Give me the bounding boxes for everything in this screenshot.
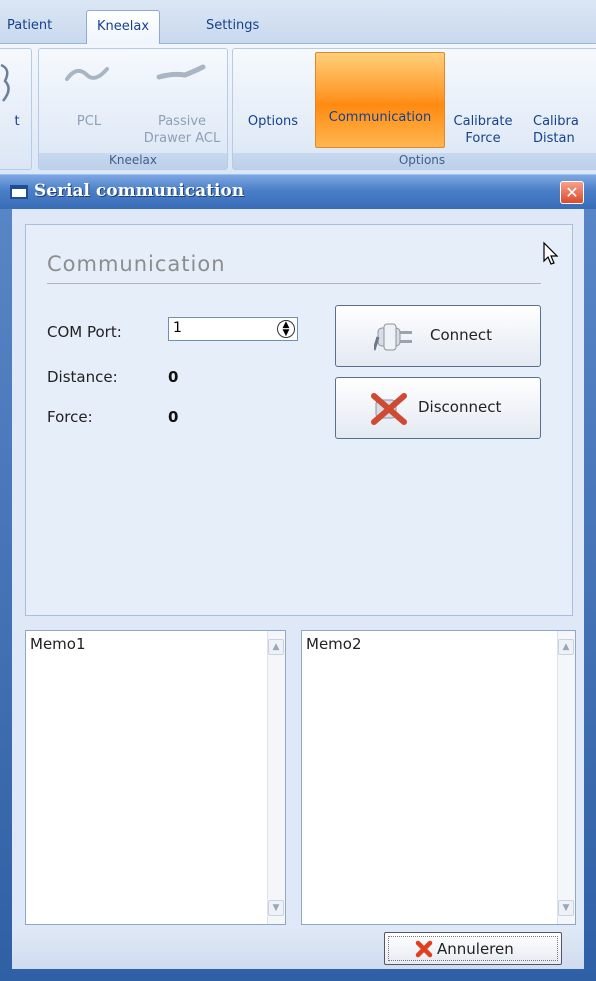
tab-patient[interactable]: Patient bbox=[7, 10, 52, 44]
disconnect-plug-icon bbox=[371, 393, 407, 425]
cancel-button[interactable]: Annuleren bbox=[384, 932, 562, 965]
memo2-textarea[interactable]: Memo2 ▲ ▼ bbox=[301, 630, 576, 925]
dialog-title: Serial communication bbox=[34, 181, 245, 201]
cancel-label: Annuleren bbox=[437, 940, 514, 958]
calibrate-force-button[interactable]: Calibrate Force bbox=[449, 113, 517, 147]
passive-drawer-acl-button[interactable]: Passive Drawer ACL bbox=[137, 113, 227, 147]
memo2-scroll-up-icon[interactable]: ▲ bbox=[558, 639, 574, 655]
memo2-text: Memo2 bbox=[306, 635, 362, 653]
dialog-client-area: Communication COM Port: 1 ▲ ▼ Distance: 0… bbox=[12, 209, 584, 969]
disconnect-button[interactable]: Disconnect bbox=[335, 377, 541, 439]
memo1-scrollbar[interactable]: ▲ ▼ bbox=[267, 631, 285, 924]
memo2-scrollbar[interactable]: ▲ ▼ bbox=[557, 631, 575, 924]
disconnect-label: Disconnect bbox=[418, 398, 502, 416]
partial-button[interactable]: t bbox=[7, 113, 27, 130]
mouse-cursor-icon bbox=[543, 241, 559, 265]
force-value: 0 bbox=[168, 408, 179, 426]
panel-separator bbox=[47, 283, 541, 284]
calibrate-distance-button[interactable]: Calibra Distan bbox=[533, 113, 593, 147]
distance-value: 0 bbox=[168, 368, 179, 386]
options-group-label: Options bbox=[233, 153, 596, 169]
close-button[interactable]: ✕ bbox=[560, 181, 584, 204]
calibrate-force-label-2: Force bbox=[465, 131, 501, 146]
pcl-icon bbox=[65, 67, 109, 81]
window-icon bbox=[10, 185, 28, 199]
com-port-label: COM Port: bbox=[47, 323, 122, 341]
com-port-value: 1 bbox=[173, 320, 182, 336]
distance-label: Distance: bbox=[47, 368, 118, 386]
cancel-x-icon bbox=[415, 940, 433, 958]
memo1-text: Memo1 bbox=[30, 635, 86, 653]
passive-drawer-acl-icon bbox=[156, 64, 206, 80]
spinner-updown-icon[interactable]: ▲ ▼ bbox=[277, 320, 295, 338]
memo2-scroll-down-icon[interactable]: ▼ bbox=[558, 900, 574, 916]
pcl-button[interactable]: PCL bbox=[59, 113, 119, 130]
communication-label: Communication bbox=[328, 110, 432, 125]
force-label: Force: bbox=[47, 408, 93, 426]
calibrate-force-label-1: Calibrate bbox=[453, 114, 513, 129]
options-button[interactable]: Options bbox=[235, 113, 311, 130]
passive-drawer-acl-label-1: Passive bbox=[157, 114, 207, 129]
ribbon-group-partial: t bbox=[0, 48, 32, 170]
tab-kneelax[interactable]: Kneelax bbox=[86, 10, 161, 45]
calibrate-distance-label-2: Distan bbox=[533, 131, 575, 146]
dialog-button-bar: Annuleren bbox=[12, 927, 584, 969]
plug-icon bbox=[374, 323, 412, 351]
ribbon-group-kneelax: PCL Passive Drawer ACL Kneelax bbox=[38, 48, 228, 170]
kneelax-group-label: Kneelax bbox=[39, 153, 227, 169]
connect-label: Connect bbox=[430, 326, 493, 344]
ribbon: t PCL Passive Drawer ACL Kneelax Options… bbox=[0, 44, 596, 174]
memo1-scroll-down-icon[interactable]: ▼ bbox=[268, 900, 284, 916]
memo1-textarea[interactable]: Memo1 ▲ ▼ bbox=[25, 630, 286, 925]
dialog-titlebar[interactable]: Serial communication ✕ bbox=[0, 174, 596, 209]
tab-settings[interactable]: Settings bbox=[206, 10, 259, 44]
connect-button[interactable]: Connect bbox=[335, 305, 541, 367]
passive-drawer-acl-label-2: Drawer ACL bbox=[143, 131, 221, 146]
communication-panel: Communication COM Port: 1 ▲ ▼ Distance: 0… bbox=[25, 224, 573, 616]
ribbon-tab-bar: Patient Kneelax Settings bbox=[0, 0, 596, 45]
calibrate-distance-label-1: Calibra bbox=[533, 114, 579, 129]
serial-communication-dialog: Serial communication ✕ Communication COM… bbox=[0, 174, 596, 981]
com-port-spinner[interactable]: 1 ▲ ▼ bbox=[168, 317, 298, 341]
memo1-scroll-up-icon[interactable]: ▲ bbox=[268, 639, 284, 655]
partial-button-icon bbox=[0, 63, 10, 102]
communication-button[interactable]: Communication bbox=[315, 52, 445, 148]
panel-title: Communication bbox=[47, 252, 226, 276]
